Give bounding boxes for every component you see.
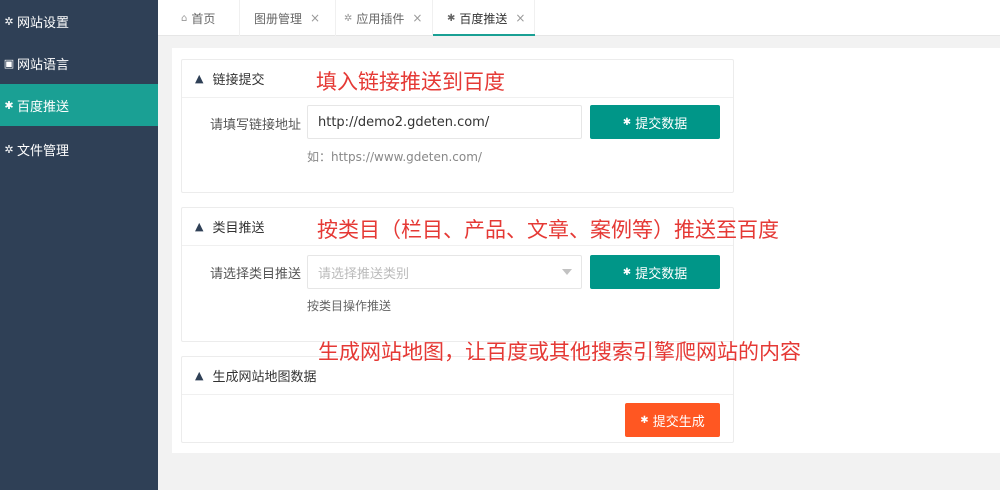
panel-sitemap: ▲ 生成网站地图数据 ✱ 提交生成 [181,356,734,443]
sidebar-item-file-management[interactable]: ✲ 文件管理 [0,128,158,170]
close-icon[interactable]: × [412,11,422,25]
category-field-label: 请选择类目推送 [210,267,302,282]
tab-baidu-push[interactable]: ✱ 百度推送 × [433,0,535,36]
gears-icon: ✲ [4,14,14,28]
gear-icon: ✲ [344,12,353,24]
close-icon[interactable]: × [515,11,525,25]
sidebar-item-label: 网站语言 [17,57,70,73]
chevron-down-icon [562,269,572,275]
tab-bar: ⌂ 首页 图册管理 × ✲ 应用插件 × ✱ 百度推送 × [158,0,1000,36]
panel-title: 链接提交 [212,73,265,88]
sidebar-item-label: 文件管理 [17,143,70,159]
bug-icon: ✱ [640,414,649,426]
tab-album-management[interactable]: 图册管理 × [240,0,336,36]
home-icon: ⌂ [181,12,188,24]
annotation-category-push: 按类目（栏目、产品、文章、案例等）推送至百度 [317,218,779,242]
url-input[interactable]: http://demo2.gdeten.com/ [307,105,582,139]
annotation-link-push: 填入链接推送到百度 [316,70,505,94]
sidebar-item-label: 百度推送 [17,99,70,115]
bug-icon: ✱ [622,266,632,278]
url-field-label: 请填写链接地址 [210,118,302,133]
generate-sitemap-button[interactable]: ✱ 提交生成 [625,403,720,437]
annotation-sitemap: 生成网站地图，让百度或其他搜索引擎爬网站的内容 [318,340,801,364]
tab-label: 应用插件 [356,11,405,26]
content-card: ▲ 链接提交 请填写链接地址 http://demo2.gdeten.com/ … [172,48,1000,453]
tab-label: 百度推送 [459,11,508,26]
bug-icon: ✱ [622,116,632,128]
warning-icon: ▲ [195,369,204,382]
warning-icon: ▲ [195,72,204,85]
tab-home[interactable]: ⌂ 首页 [158,0,240,36]
gear-icon: ✲ [4,142,14,156]
url-hint: 如：https://www.gdeten.com/ [307,150,482,164]
button-label: 提交数据 [635,116,688,132]
close-icon[interactable]: × [310,11,320,25]
sidebar-item-label: 网站设置 [17,15,70,31]
category-select[interactable]: 请选择推送类别 [307,255,582,289]
category-hint: 按类目操作推送 [307,299,392,313]
tab-label: 首页 [191,11,216,26]
sidebar-item-site-settings[interactable]: ✲ 网站设置 [0,0,158,42]
main-area: ▲ 链接提交 请填写链接地址 http://demo2.gdeten.com/ … [158,36,1000,490]
panel-title: 类目推送 [212,221,265,236]
warning-icon: ▲ [195,220,204,233]
sidebar-item-baidu-push[interactable]: ✱ 百度推送 [0,84,158,126]
submit-category-button[interactable]: ✱ 提交数据 [590,255,720,289]
bug-icon: ✱ [4,98,14,112]
select-placeholder: 请选择推送类别 [318,266,410,282]
panel-title: 生成网站地图数据 [212,370,317,385]
tab-app-plugins[interactable]: ✲ 应用插件 × [336,0,433,36]
bug-icon: ✱ [447,12,456,24]
tab-label: 图册管理 [254,11,303,26]
sidebar: ✲ 网站设置 ▣ 网站语言 ✱ 百度推送 ✲ 文件管理 [0,0,158,490]
button-label: 提交生成 [652,414,705,430]
sidebar-item-site-language[interactable]: ▣ 网站语言 [0,42,158,84]
language-icon: ▣ [3,56,15,70]
button-label: 提交数据 [635,266,688,282]
submit-data-button[interactable]: ✱ 提交数据 [590,105,720,139]
